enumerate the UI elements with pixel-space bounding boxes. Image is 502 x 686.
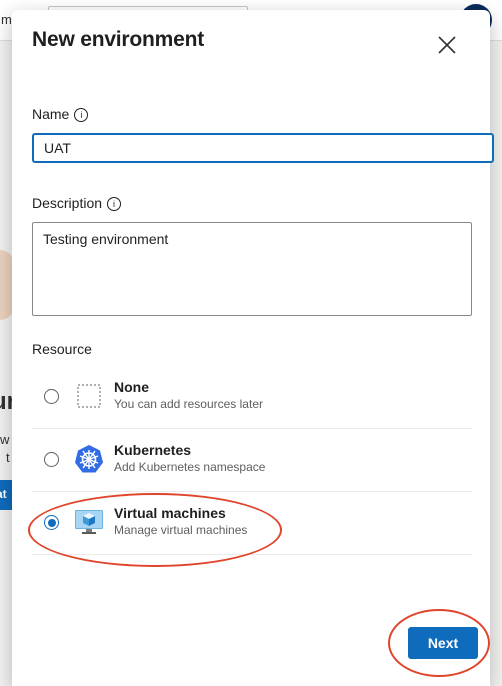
background-button-label: at xyxy=(0,487,7,501)
resource-option-virtual-machines[interactable]: Virtual machines Manage virtual machines xyxy=(32,492,472,555)
description-label: Description xyxy=(32,195,103,211)
radio-virtual-machines[interactable] xyxy=(44,515,59,530)
description-input[interactable]: Testing environment xyxy=(32,222,472,316)
new-environment-dialog: New environment Namei Descriptioni Testi… xyxy=(12,10,494,686)
background-text-fragment: w xyxy=(0,432,10,447)
background-text-fragment: t xyxy=(6,450,10,465)
close-icon[interactable] xyxy=(436,34,458,56)
name-label-row: Name i xyxy=(32,106,89,122)
background-header-text: m xyxy=(1,12,12,27)
info-icon[interactable]: i xyxy=(107,197,122,211)
virtual-machine-icon xyxy=(75,510,103,534)
resource-option-subtitle: Add Kubernetes namespace xyxy=(114,460,266,474)
dashed-box-icon xyxy=(77,384,101,408)
dialog-title: New environment xyxy=(32,28,205,51)
resource-option-title: Kubernetes xyxy=(114,442,192,458)
background-button: at xyxy=(0,480,12,510)
resource-option-none[interactable]: None You can add resources later xyxy=(32,366,472,429)
resource-option-subtitle: Manage virtual machines xyxy=(114,523,248,537)
resource-option-title: None xyxy=(114,379,149,395)
info-icon[interactable]: i xyxy=(74,108,89,122)
next-button[interactable]: Next xyxy=(408,627,478,659)
resource-option-title: Virtual machines xyxy=(114,505,226,521)
resource-label: Resource xyxy=(32,341,92,357)
description-label-row: Description i xyxy=(32,195,122,211)
name-label: Name xyxy=(32,106,70,122)
radio-kubernetes[interactable] xyxy=(44,452,59,467)
resource-option-kubernetes[interactable]: Kubernetes Add Kubernetes namespace xyxy=(32,429,472,492)
name-input[interactable] xyxy=(32,133,494,163)
kubernetes-icon xyxy=(75,445,103,473)
radio-none[interactable] xyxy=(44,389,59,404)
resource-option-subtitle: You can add resources later xyxy=(114,397,263,411)
